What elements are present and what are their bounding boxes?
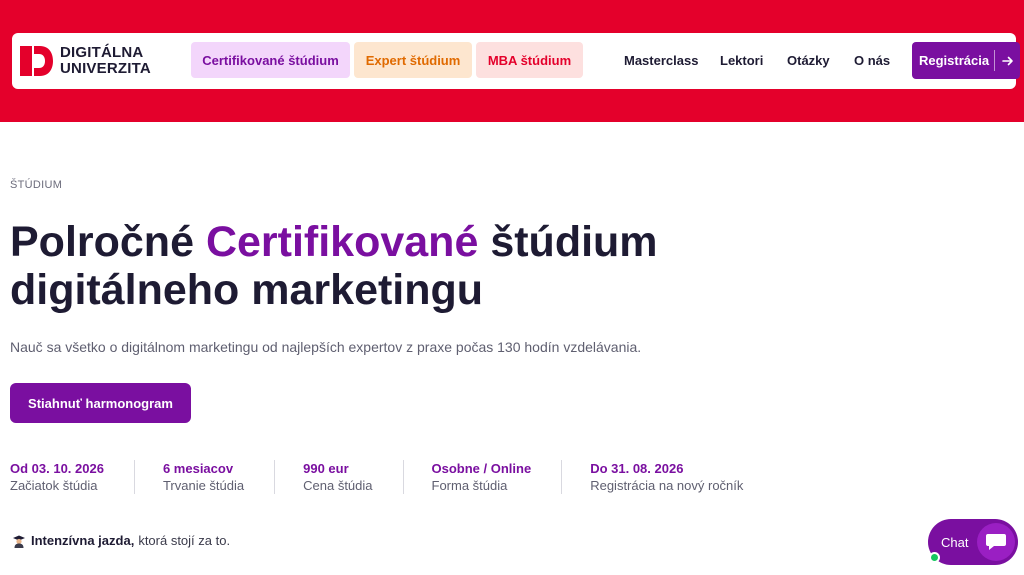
nav-pill-expert-study[interactable]: Expert štúdium [354,42,472,78]
nav-pill-certified-study[interactable]: Certifikované štúdium [191,42,350,78]
chat-bubble-icon [977,523,1015,561]
fact-label: Forma štúdia [431,478,508,493]
du-logo-icon [18,44,54,78]
fact-label: Cena štúdia [303,478,373,493]
nav-link-questions[interactable]: Otázky [787,53,830,68]
section-eyebrow: ŠTÚDIUM [10,179,63,191]
fact-label: Registrácia na nový ročník [590,478,744,493]
tagline-note: Intenzívna jazda, ktorá stojí za to. [12,533,230,548]
fact-value: Od 03. 10. 2026 [10,461,104,476]
fact-value: 990 eur [303,461,349,476]
nav-link-lecturers[interactable]: Lektori [720,53,763,68]
fact-start: Od 03. 10. 2026 Začiatok štúdia [10,460,135,494]
online-status-dot [929,552,940,563]
fact-value: Do 31. 08. 2026 [590,461,684,476]
brand-name: DIGITÁLNA UNIVERZITA [60,45,151,77]
fact-price: 990 eur Cena štúdia [303,460,404,494]
chat-label: Chat [941,534,969,550]
brand-name-line1: DIGITÁLNA [60,44,144,61]
brand-name-line2: UNIVERZITA [60,60,151,77]
fact-value: 6 mesiacov [162,461,234,476]
arrow-right-icon [995,55,1020,67]
fact-registration: Do 31. 08. 2026 Registrácia na nový ročn… [590,460,773,494]
chat-widget-button[interactable]: Chat [928,519,1018,565]
title-part-1: Polročné [10,218,206,266]
tagline-rest: ktorá stojí za to. [138,533,231,548]
register-button-label: Registrácia [919,53,990,68]
fact-label: Trvanie štúdia [162,478,245,493]
fact-label: Začiatok štúdia [10,478,98,493]
nav-link-about[interactable]: O nás [854,53,890,68]
study-facts: Od 03. 10. 2026 Začiatok štúdia 6 mesiac… [10,460,801,494]
nav-pill-mba-study[interactable]: MBA štúdium [476,42,583,78]
fact-value: Osobne / Online [431,461,532,476]
tagline-bold: Intenzívna jazda, [31,533,135,548]
brand-logo[interactable]: DIGITÁLNA UNIVERZITA [18,44,151,78]
hero-description: Nauč sa všetko o digitálnom marketingu o… [10,339,642,355]
download-schedule-button[interactable]: Stiahnuť harmonogram [10,383,191,423]
register-button[interactable]: Registrácia [912,42,1020,79]
fact-form: Osobne / Online Forma štúdia [432,460,563,494]
nav-link-masterclass[interactable]: Masterclass [624,53,698,68]
main-navigation: DIGITÁLNA UNIVERZITA Certifikované štúdi… [12,33,1020,89]
graduate-icon [12,534,26,548]
fact-duration: 6 mesiacov Trvanie štúdia [162,460,276,494]
page-title: Polročné Certifikované štúdium digitálne… [10,218,770,314]
title-accent: Certifikované [205,218,479,266]
